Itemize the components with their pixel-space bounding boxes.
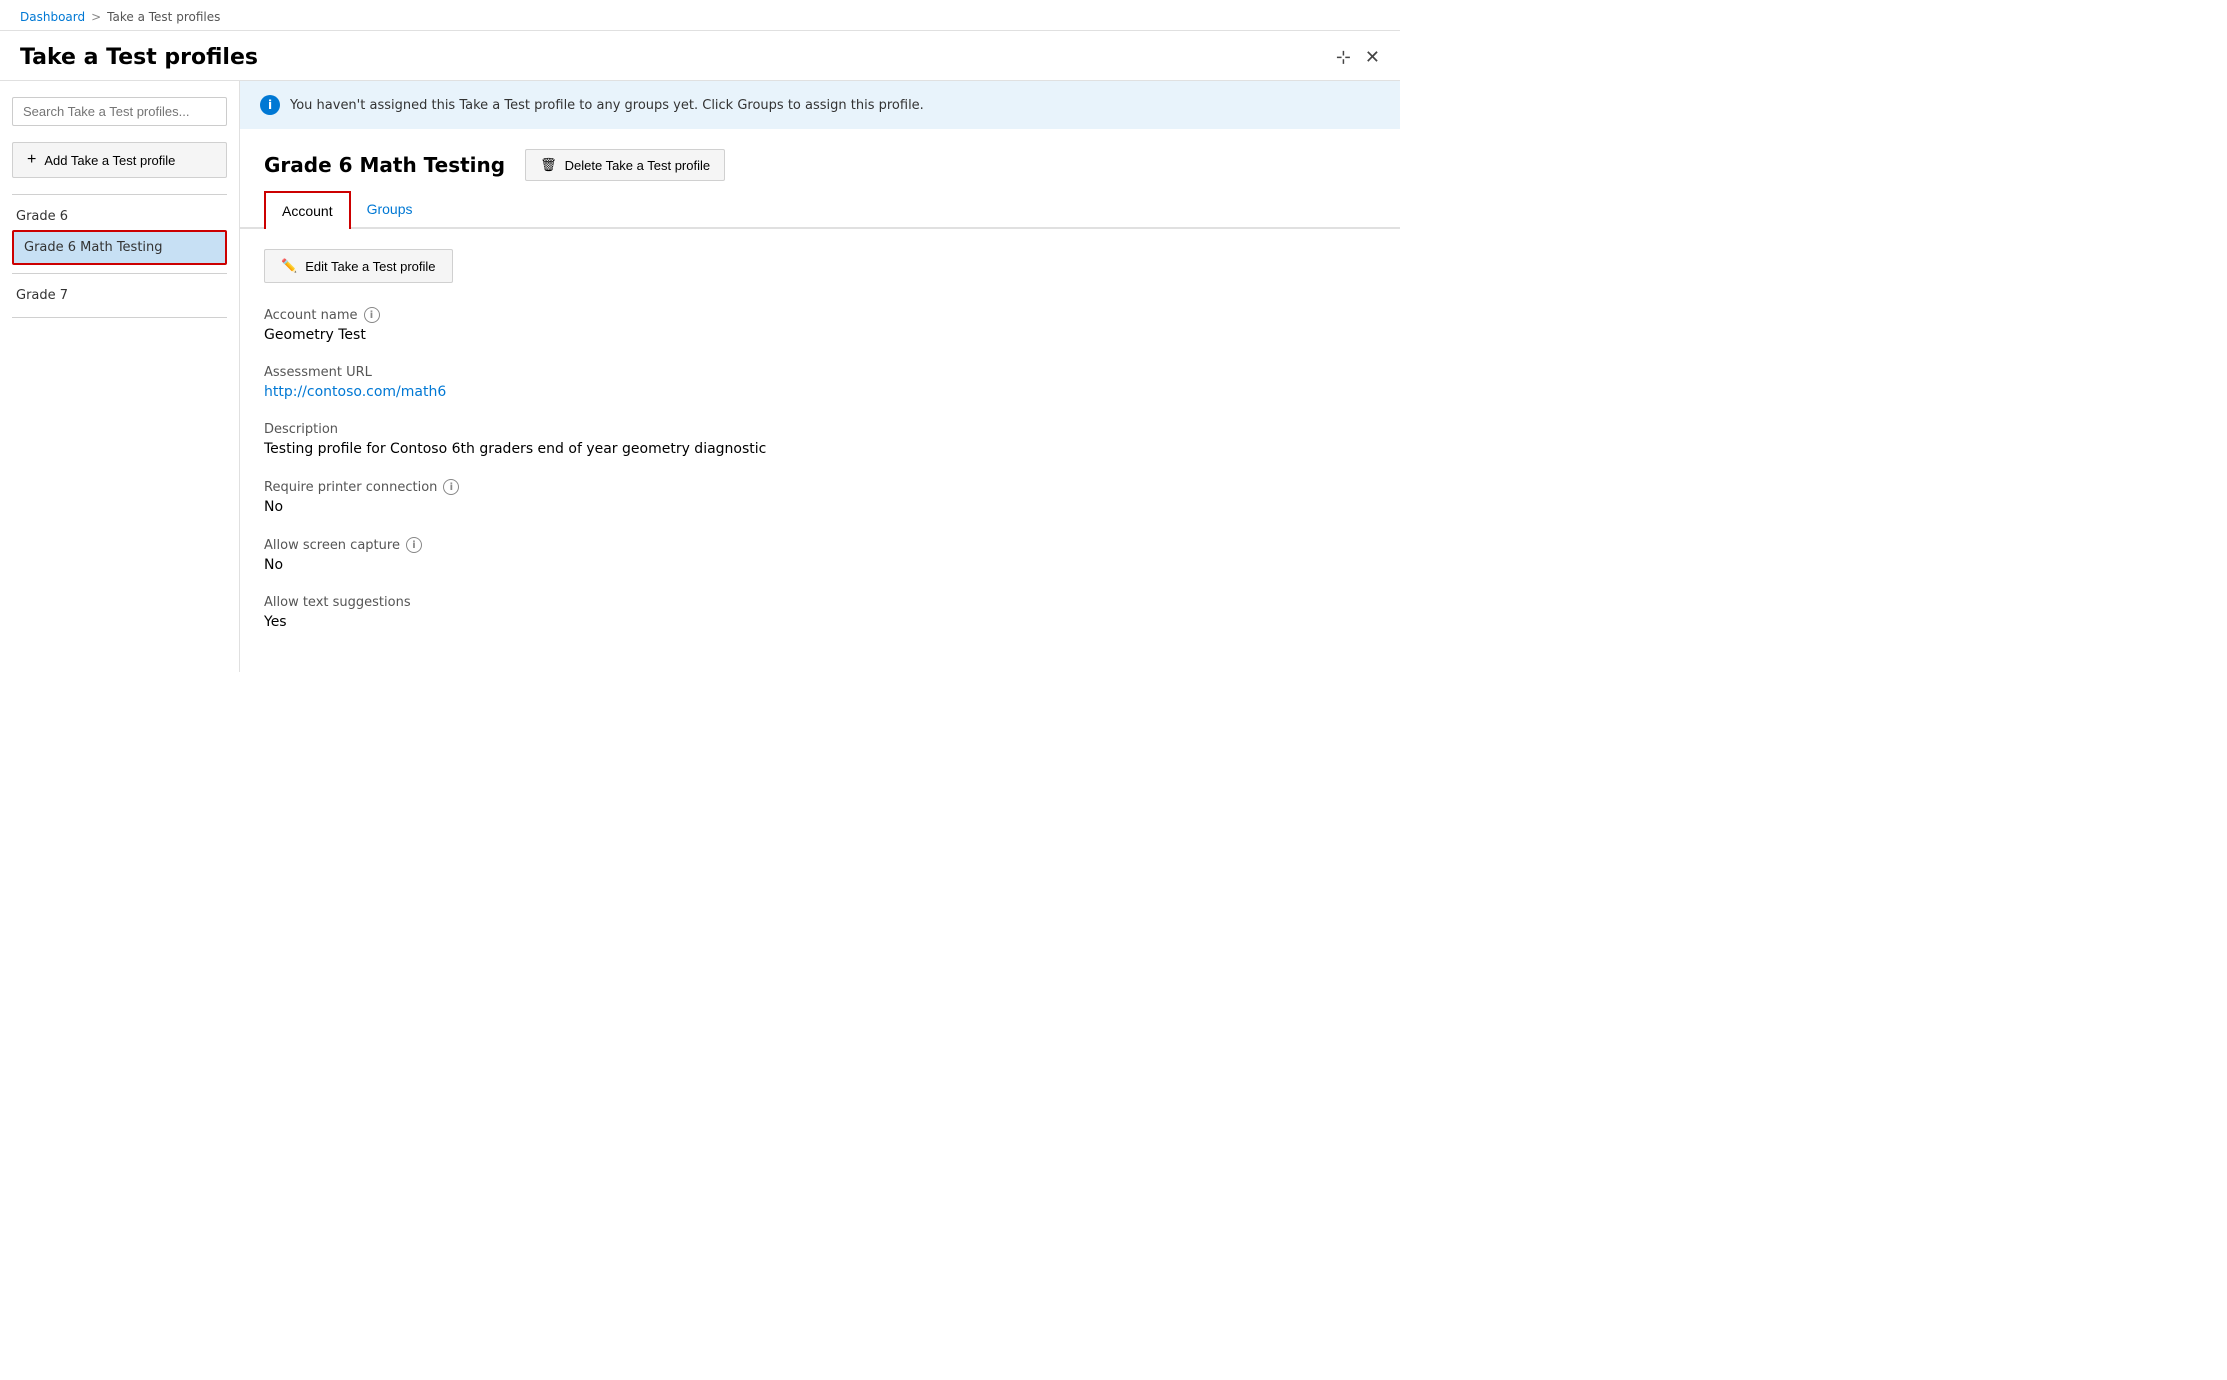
description-label: Description — [264, 422, 1376, 437]
screen-capture-label: Allow screen capture i — [264, 537, 1376, 553]
account-name-info-icon: i — [364, 307, 380, 323]
screen-capture-value: No — [264, 557, 1376, 573]
profile-title: Grade 6 Math Testing — [264, 153, 505, 177]
breadcrumb-dashboard-link[interactable]: Dashboard — [20, 10, 85, 24]
field-account-name: Account name i Geometry Test — [264, 307, 1376, 343]
field-screen-capture: Allow screen capture i No — [264, 537, 1376, 573]
screen-capture-info-icon: i — [406, 537, 422, 553]
page-title-bar: Take a Test profiles ⊹ ✕ — [0, 31, 1400, 80]
tab-account-label: Account — [282, 203, 333, 219]
printer-connection-value: No — [264, 499, 1376, 515]
sidebar-divider-top — [12, 194, 227, 195]
pin-icon: ⊹ — [1336, 47, 1351, 67]
main-layout: + Add Take a Test profile Grade 6 Grade … — [0, 80, 1400, 672]
sidebar-divider-bottom — [12, 317, 227, 318]
sidebar-group-grade7: Grade 7 — [12, 282, 227, 309]
printer-connection-label: Require printer connection i — [264, 479, 1376, 495]
field-description: Description Testing profile for Contoso … — [264, 422, 1376, 457]
edit-icon: ✏️ — [281, 258, 297, 274]
text-suggestions-label: Allow text suggestions — [264, 595, 1376, 610]
info-banner-text: You haven't assigned this Take a Test pr… — [290, 98, 924, 113]
plus-icon: + — [27, 151, 36, 169]
printer-connection-info-icon: i — [443, 479, 459, 495]
assessment-url-value[interactable]: http://contoso.com/math6 — [264, 384, 446, 400]
field-assessment-url: Assessment URL http://contoso.com/math6 — [264, 365, 1376, 400]
tabs-bar: Account Groups — [240, 191, 1400, 229]
breadcrumb-separator: > — [91, 10, 101, 24]
page-title: Take a Test profiles — [20, 45, 258, 70]
account-content: ✏️ Edit Take a Test profile Account name… — [240, 229, 1400, 672]
tab-groups[interactable]: Groups — [351, 191, 429, 227]
field-text-suggestions: Allow text suggestions Yes — [264, 595, 1376, 630]
edit-button-label: Edit Take a Test profile — [305, 259, 435, 274]
description-value: Testing profile for Contoso 6th graders … — [264, 441, 1376, 457]
top-bar: Dashboard > Take a Test profiles — [0, 0, 1400, 31]
account-name-value: Geometry Test — [264, 327, 1376, 343]
content-area: i You haven't assigned this Take a Test … — [240, 81, 1400, 672]
trash-icon: 🗑 — [540, 157, 557, 173]
field-printer-connection: Require printer connection i No — [264, 479, 1376, 515]
close-button[interactable]: ✕ — [1365, 47, 1380, 68]
sidebar-item-grade6-math[interactable]: Grade 6 Math Testing — [12, 230, 227, 265]
sidebar: + Add Take a Test profile Grade 6 Grade … — [0, 81, 240, 672]
delete-button-label: Delete Take a Test profile — [565, 158, 711, 173]
close-icon: ✕ — [1365, 47, 1380, 67]
tab-account[interactable]: Account — [264, 191, 351, 229]
sidebar-item-grade6-math-label: Grade 6 Math Testing — [24, 240, 163, 255]
sidebar-divider-mid — [12, 273, 227, 274]
add-profile-button[interactable]: + Add Take a Test profile — [12, 142, 227, 178]
profile-header: Grade 6 Math Testing 🗑 Delete Take a Tes… — [240, 129, 1400, 191]
search-input[interactable] — [12, 97, 227, 126]
info-icon: i — [260, 95, 280, 115]
assessment-url-label: Assessment URL — [264, 365, 1376, 380]
text-suggestions-value: Yes — [264, 614, 1376, 630]
tab-groups-label: Groups — [367, 201, 413, 217]
account-name-label: Account name i — [264, 307, 1376, 323]
info-banner: i You haven't assigned this Take a Test … — [240, 81, 1400, 129]
pin-button[interactable]: ⊹ — [1336, 47, 1351, 68]
sidebar-group-grade6: Grade 6 — [12, 203, 227, 230]
add-profile-label: Add Take a Test profile — [44, 153, 175, 168]
delete-profile-button[interactable]: 🗑 Delete Take a Test profile — [525, 149, 725, 181]
breadcrumb: Dashboard > Take a Test profiles — [20, 10, 220, 24]
breadcrumb-current: Take a Test profiles — [107, 10, 220, 24]
edit-profile-button[interactable]: ✏️ Edit Take a Test profile — [264, 249, 453, 283]
